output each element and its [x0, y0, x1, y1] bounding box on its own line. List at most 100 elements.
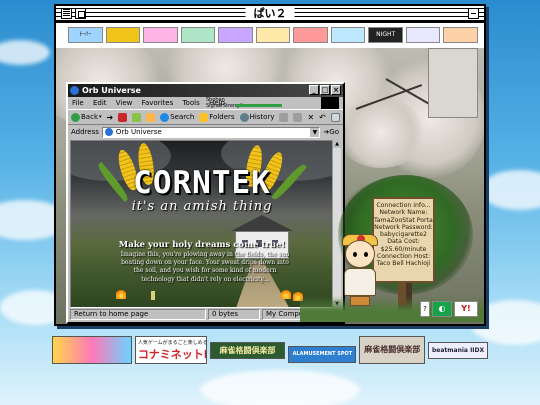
top-banner[interactable]	[105, 27, 141, 43]
folder-icon	[199, 112, 209, 122]
delete-icon: ✕	[307, 112, 315, 122]
konami-net-title: コナミネットDX	[137, 348, 206, 361]
top-banner[interactable]	[255, 27, 291, 43]
menu-view[interactable]: View	[116, 99, 133, 107]
mahjong-banner-2[interactable]: 麻雀格闘倶楽部	[359, 336, 426, 364]
close-button[interactable]: ×	[331, 85, 341, 95]
undo-icon: ↶	[319, 112, 326, 122]
sign-line: TamaZooStat Portal	[374, 216, 433, 224]
stop-button[interactable]	[117, 112, 128, 122]
menu-file[interactable]: File	[72, 99, 84, 107]
collapse-box-icon[interactable]	[468, 8, 479, 19]
go-label: Go	[329, 128, 339, 136]
sign-line: Network Name:	[379, 209, 428, 217]
signal-bar	[236, 104, 282, 107]
bottom-banner-row: 人気ゲームがまるごと楽しめる！ コナミネットDX 麻雀格闘倶楽部 ALAMUSE…	[52, 336, 489, 365]
refresh-icon	[132, 112, 142, 122]
status-message: Return to home page	[70, 309, 206, 320]
address-bar: Address Orb Universe ▼ ➔Go	[68, 125, 343, 139]
cloud	[0, 40, 50, 65]
top-banner[interactable]	[443, 27, 479, 43]
top-banner[interactable]	[180, 27, 216, 43]
search-label: Search	[170, 113, 195, 121]
address-dropdown-icon[interactable]: ▼	[310, 127, 320, 137]
browser-title-bar[interactable]: Orb Universe _ □ ×	[68, 84, 343, 97]
signal-indicator: Shohan Signal Strength:	[206, 97, 286, 109]
copy-to-icon	[293, 112, 303, 122]
move-to-button[interactable]	[278, 112, 289, 122]
game-banner-1[interactable]	[52, 336, 132, 364]
menu-edit[interactable]: Edit	[93, 99, 107, 107]
search-button[interactable]: Search	[159, 112, 195, 122]
mahjong-banner[interactable]: 麻雀格闘倶楽部	[209, 342, 286, 359]
yahoo-icon[interactable]: Y!	[454, 301, 478, 317]
menu-bar: File Edit View Favorites Tools Help Shoh…	[68, 97, 343, 109]
top-banner[interactable]: NIGHT	[368, 27, 403, 43]
delete-button[interactable]: ✕	[306, 113, 315, 122]
mascot-character[interactable]	[336, 230, 384, 308]
fire-icon	[116, 289, 126, 299]
fire-icon	[281, 289, 291, 299]
farmer-icon	[151, 291, 155, 300]
browser-logo-icon	[321, 97, 339, 109]
views-icon	[330, 112, 340, 122]
history-icon	[239, 112, 249, 122]
address-label: Address	[71, 128, 99, 136]
outer-title-bar[interactable]: ぱい２	[56, 6, 484, 23]
folders-button[interactable]: Folders	[198, 112, 235, 122]
forward-button[interactable]: ➔	[106, 113, 115, 122]
minimize-button[interactable]: _	[309, 85, 319, 95]
go-button[interactable]: ➔Go	[323, 128, 343, 136]
beatmania-banner[interactable]: beatmania IIDX	[428, 342, 489, 359]
home-button[interactable]	[145, 112, 156, 122]
konami-net-subtitle: 人気ゲームがまるごと楽しめる！	[137, 340, 207, 346]
top-banner[interactable]	[405, 27, 441, 43]
headline: Make your holy dreams come true!	[118, 240, 286, 250]
cloud	[200, 370, 360, 405]
zoom-box-icon[interactable]	[75, 8, 86, 19]
top-banner[interactable]	[330, 27, 366, 43]
undo-button[interactable]: ↶	[318, 113, 327, 122]
views-button[interactable]	[330, 112, 341, 122]
page-icon	[104, 128, 113, 136]
globe-icon	[70, 86, 79, 95]
forward-arrow-icon: ➔	[106, 112, 114, 122]
search-icon	[160, 112, 170, 122]
status-bytes: 0 bytes	[208, 309, 260, 320]
sign-post	[398, 283, 406, 305]
folders-label: Folders	[209, 113, 235, 121]
corner-icons: ? ◐ Y!	[420, 301, 478, 317]
stop-icon	[118, 112, 128, 122]
konami-net-banner[interactable]: 人気ゲームがまるごと楽しめる！ コナミネットDX	[134, 336, 207, 364]
sign-line: Connection info...	[376, 202, 431, 209]
web-content: CORNTEK it's an amish thing Make your ho…	[70, 140, 334, 308]
top-banner[interactable]	[293, 27, 328, 43]
help-icon[interactable]: ?	[420, 301, 430, 317]
menu-tools[interactable]: Tools	[182, 99, 199, 107]
back-button[interactable]: Back ▾	[70, 112, 103, 122]
site-logo: CORNTEK	[133, 165, 271, 201]
refresh-button[interactable]	[131, 112, 142, 122]
body-text: Imagine this, you're plowing away in the…	[120, 251, 290, 283]
maximize-button[interactable]: □	[320, 85, 330, 95]
browser-title: Orb Universe	[82, 86, 141, 95]
copy-to-button[interactable]	[292, 112, 303, 122]
top-banner[interactable]	[143, 27, 178, 43]
top-banner[interactable]	[218, 27, 253, 43]
outer-window-title: ぱい２	[245, 7, 295, 20]
amusement-spot-banner[interactable]: ALAMUSEMENT SPOT	[288, 346, 357, 363]
move-to-icon	[279, 112, 289, 122]
menu-favorites[interactable]: Favorites	[142, 99, 174, 107]
network-status-icon[interactable]: ◐	[432, 301, 452, 317]
cloud	[480, 170, 540, 210]
site-tagline: it's an amish thing	[131, 199, 273, 214]
back-arrow-icon	[71, 112, 80, 122]
top-banner[interactable]: ﾄｰﾊｰ	[68, 27, 103, 43]
close-box-icon[interactable]	[61, 8, 72, 19]
home-icon	[146, 112, 156, 122]
history-button[interactable]: History	[239, 112, 276, 122]
browser-window: Orb Universe _ □ × File Edit View Favori…	[66, 82, 345, 324]
address-input[interactable]: Orb Universe ▼	[101, 126, 321, 138]
top-banner-strip: ﾄｰﾊｰ NIGHT	[68, 27, 479, 45]
toolbar: Back ▾ ➔ Search Folders History ✕ ↶	[68, 109, 343, 125]
